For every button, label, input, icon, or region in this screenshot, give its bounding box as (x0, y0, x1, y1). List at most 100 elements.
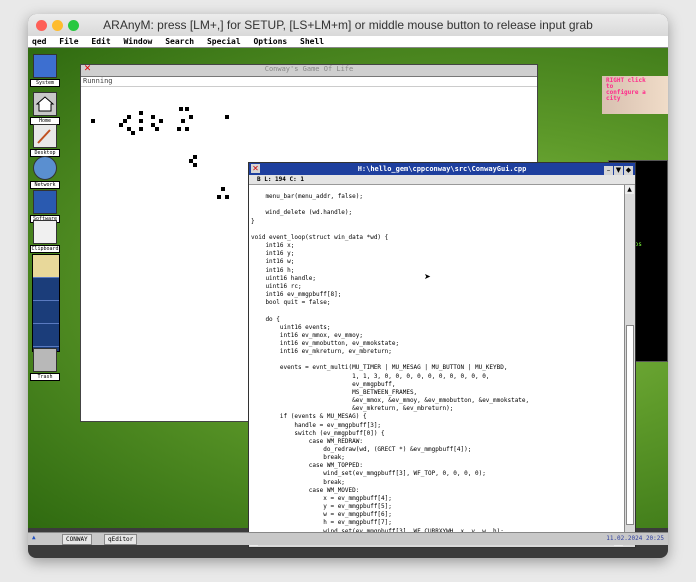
menu-options[interactable]: Options (249, 36, 291, 46)
life-cell (139, 127, 143, 131)
code-line[interactable]: do_redraw(wd, (GRECT *) &ev_mmgpbuff[4])… (251, 446, 591, 454)
life-cell (151, 115, 155, 119)
code-line[interactable]: uint16 handle; (251, 275, 591, 283)
game-window-title: Conway's Game Of Life (264, 65, 354, 73)
close-icon[interactable]: ✕ (83, 65, 92, 74)
code-line[interactable]: uint16 events; (251, 324, 591, 332)
close-icon[interactable]: ✕ (251, 164, 260, 173)
code-line[interactable]: break; (251, 454, 591, 462)
code-line[interactable]: break; (251, 479, 591, 487)
code-line[interactable]: case WM_TOPPED: (251, 462, 591, 470)
desktop-icon-network[interactable]: Network (30, 156, 60, 189)
start-icon[interactable]: ▲ (32, 534, 36, 541)
desktop-icon-software[interactable]: Software (30, 190, 60, 223)
code-line[interactable] (251, 201, 591, 209)
code-line[interactable]: menu_bar(menu_addr, false); (251, 193, 591, 201)
menu-shell[interactable]: Shell (296, 36, 328, 46)
code-line[interactable]: switch (ev_mmgpbuff[0]) { (251, 430, 591, 438)
desktop-icon-clipboard[interactable]: Clipboard (30, 220, 60, 253)
code-line[interactable]: int16 w; (251, 258, 591, 266)
fullscreen-icon[interactable]: ▼ (614, 166, 623, 175)
code-line[interactable]: int16 ev_mmgpbuff[8]; (251, 291, 591, 299)
code-line[interactable]: wind_delete (wd.handle); (251, 209, 591, 217)
minimize-icon[interactable]: – (604, 166, 613, 175)
code-line[interactable]: case WM_REDRAW: (251, 438, 591, 446)
desktop-icon-home[interactable]: Home (30, 92, 60, 125)
code-line[interactable]: int16 x; (251, 242, 591, 250)
taskbar-item-conway[interactable]: CONWAY (62, 534, 92, 545)
desktop-icon-desktop[interactable]: Desktop (30, 124, 60, 157)
code-line[interactable]: h = ev_mmgpbuff[7]; (251, 519, 591, 527)
window-titlebar[interactable]: ARAnyM: press [LM+,] for SETUP, [LS+LM+m… (28, 14, 668, 37)
code-line[interactable]: y = ev_mmgpbuff[5]; (251, 503, 591, 511)
code-line[interactable] (251, 307, 591, 315)
code-line[interactable]: events = evnt_multi(MU_TIMER | MU_MESAG … (251, 364, 591, 372)
code-line[interactable] (251, 356, 591, 364)
code-line[interactable]: 1, 1, 3, 0, 0, 0, 0, 0, 0, 0, 0, 0, 0, (251, 373, 591, 381)
life-cell (123, 119, 127, 123)
code-line[interactable]: handle = ev_mmgpbuff[3]; (251, 422, 591, 430)
scroll-up-icon[interactable]: ▲ (625, 185, 634, 194)
code-line[interactable]: int16 h; (251, 267, 591, 275)
workspace-slot-2[interactable] (33, 278, 59, 301)
life-cell (127, 115, 131, 119)
menu-search[interactable]: Search (161, 36, 198, 46)
game-window-titlebar[interactable]: ✕ Conway's Game Of Life (81, 65, 537, 77)
life-cell (225, 115, 229, 119)
monitor-icon (33, 54, 57, 78)
code-line[interactable]: if (events & MU_MESAG) { (251, 413, 591, 421)
life-cell (181, 119, 185, 123)
code-line[interactable]: int16 ev_mmox, ev_mmoy; (251, 332, 591, 340)
menu-file[interactable]: File (55, 36, 82, 46)
life-cell (139, 119, 143, 123)
code-line[interactable]: } (251, 218, 591, 226)
code-line[interactable]: void event_loop(struct win_data *wd) { (251, 234, 591, 242)
desktop-icon-trash[interactable]: Trash (30, 348, 60, 381)
workspace-slot-1[interactable] (33, 255, 59, 278)
code-line[interactable]: case WM_MOVED: (251, 487, 591, 495)
workspace-panel[interactable] (32, 254, 60, 352)
code-line[interactable]: ev_mmgpbuff, (251, 381, 591, 389)
workspace-slot-4[interactable] (33, 324, 59, 347)
code-line[interactable]: do { (251, 316, 591, 324)
life-cell (225, 195, 229, 199)
life-cell (91, 119, 95, 123)
iconify-icon[interactable]: ◆ (624, 166, 633, 175)
code-line[interactable]: int16 ev_mkreturn, ev_mbreturn; (251, 348, 591, 356)
menu-qed[interactable]: qed (28, 36, 50, 46)
code-line[interactable]: w = ev_mmgpbuff[6]; (251, 511, 591, 519)
promo-widget[interactable]: RIGHT click to configure a city (602, 76, 668, 114)
code-line[interactable]: int16 y; (251, 250, 591, 258)
atari-menubar: qed File Edit Window Search Special Opti… (28, 36, 668, 48)
life-cell (155, 127, 159, 131)
code-line[interactable] (251, 185, 591, 193)
code-line[interactable]: wind_set(ev_mmgpbuff[3], WF_TOP, 0, 0, 0… (251, 470, 591, 478)
mouse-pointer-icon: ➤ (424, 272, 431, 281)
vertical-scrollbar[interactable]: ▲ (624, 185, 635, 535)
code-line[interactable]: bool quit = false; (251, 299, 591, 307)
code-line[interactable] (251, 226, 591, 234)
code-line[interactable]: x = ev_mmgpbuff[4]; (251, 495, 591, 503)
tools-icon (33, 190, 57, 214)
taskbar-item-qeditor[interactable]: qEditor (104, 534, 138, 545)
menu-window[interactable]: Window (119, 36, 156, 46)
editor-titlebar[interactable]: ✕ H:\hello_gem\cppconway\src\ConwayGui.c… (249, 163, 635, 175)
scroll-thumb[interactable] (626, 325, 634, 525)
code-line[interactable]: &ev_mkreturn, &ev_mbreturn); (251, 405, 591, 413)
code-line[interactable]: &ev_mmox, &ev_mmoy, &ev_mmobutton, &ev_m… (251, 397, 591, 405)
editor-text-area[interactable]: menu_bar(menu_addr, false); wind_delete … (251, 185, 591, 535)
code-line[interactable]: int16 ev_mmobutton, ev_mmokstate; (251, 340, 591, 348)
aranym-window: ARAnyM: press [LM+,] for SETUP, [LS+LM+m… (28, 14, 668, 558)
life-cell (193, 155, 197, 159)
code-line[interactable]: uint16 rc; (251, 283, 591, 291)
menu-special[interactable]: Special (203, 36, 245, 46)
life-cell (179, 107, 183, 111)
editor-window[interactable]: ✕ H:\hello_gem\cppconway\src\ConwayGui.c… (248, 162, 636, 548)
life-cell (119, 123, 123, 127)
taskbar: ▲ CONWAY qEditor 11.02.2024 20:25 (28, 532, 668, 545)
menu-edit[interactable]: Edit (87, 36, 114, 46)
code-line[interactable]: MS_BETWEEN_FRAMES, (251, 389, 591, 397)
desktop-icon-system[interactable]: System (30, 54, 60, 87)
workspace-slot-3[interactable] (33, 301, 59, 324)
life-cell (159, 119, 163, 123)
